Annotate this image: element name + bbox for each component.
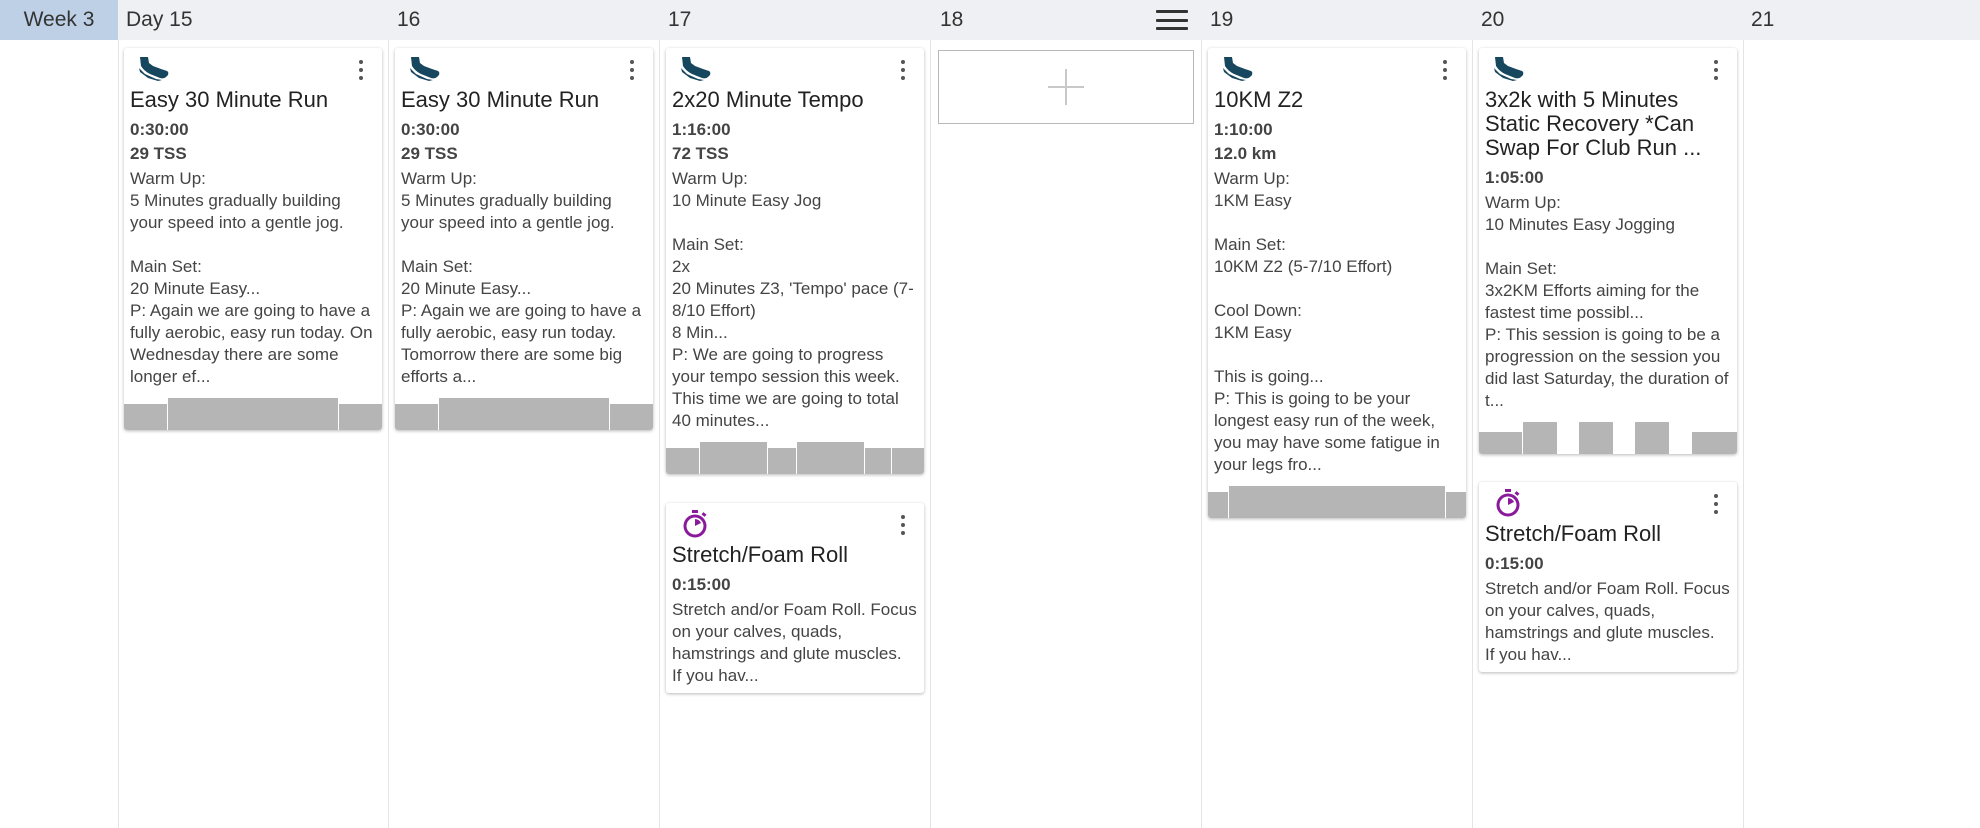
workout-tss: 29 TSS <box>401 144 458 163</box>
workout-tss: 72 TSS <box>672 144 729 163</box>
workout-title: Stretch/Foam Roll <box>1485 521 1662 546</box>
more-options-icon[interactable] <box>900 515 906 535</box>
workout-duration: 1:05:00 <box>1485 168 1544 187</box>
workout-title: Stretch/Foam Roll <box>672 542 849 567</box>
day-label-17: 17 <box>668 8 692 31</box>
workout-duration: 1:10:00 <box>1214 120 1273 139</box>
column-divider <box>388 40 389 828</box>
column-divider <box>118 40 119 828</box>
workout-duration: 0:15:00 <box>672 575 731 594</box>
hamburger-menu-icon[interactable] <box>1156 8 1188 32</box>
running-shoe-icon <box>678 54 712 82</box>
workout-description: Stretch and/or Foam Roll. Focus on your … <box>1485 579 1730 664</box>
workout-description: Warm Up: 5 Minutes gradually building yo… <box>401 169 642 386</box>
day-label-20: 20 <box>1481 8 1505 31</box>
workout-description: Stretch and/or Foam Roll. Focus on your … <box>672 600 917 685</box>
column-divider <box>1201 40 1202 828</box>
more-options-icon[interactable] <box>1442 60 1448 80</box>
workout-card[interactable]: 2x20 Minute Tempo 1:16:00 72 TSS Warm Up… <box>666 48 924 474</box>
week-header: Week 3 Day 15 16 17 18 19 20 21 <box>0 0 1980 40</box>
workout-description: Warm Up: 10 Minute Easy Jog Main Set: 2x… <box>672 169 914 430</box>
workout-description: Warm Up: 5 Minutes gradually building yo… <box>130 169 373 386</box>
workout-title: 10KM Z2 <box>1214 87 1304 112</box>
workout-card[interactable]: Stretch/Foam Roll 0:15:00 Stretch and/or… <box>666 503 924 693</box>
workout-title: Easy 30 Minute Run <box>130 87 329 112</box>
workout-card[interactable]: 3x2k with 5 Minutes Static Recovery *Can… <box>1479 48 1737 454</box>
workout-card[interactable]: 10KM Z2 1:10:00 12.0 km Warm Up: 1KM Eas… <box>1208 48 1466 518</box>
workout-card[interactable]: Easy 30 Minute Run 0:30:00 29 TSS Warm U… <box>124 48 382 430</box>
day-label-21: 21 <box>1751 8 1775 31</box>
plus-icon <box>1048 69 1084 105</box>
workout-title: 2x20 Minute Tempo <box>672 87 864 112</box>
more-options-icon[interactable] <box>358 60 364 80</box>
workout-distance: 12.0 km <box>1214 144 1277 163</box>
workout-intensity-graph <box>666 442 924 474</box>
day-label-18: 18 <box>940 8 964 31</box>
workout-card[interactable]: Stretch/Foam Roll 0:15:00 Stretch and/or… <box>1479 482 1737 672</box>
more-options-icon[interactable] <box>1713 494 1719 514</box>
workout-card[interactable]: Easy 30 Minute Run 0:30:00 29 TSS Warm U… <box>395 48 653 430</box>
column-divider <box>930 40 931 828</box>
column-divider <box>1743 40 1744 828</box>
running-shoe-icon <box>136 54 170 82</box>
add-workout-button[interactable] <box>938 50 1194 124</box>
running-shoe-icon <box>1220 54 1254 82</box>
workout-description: Warm Up: 1KM Easy Main Set: 10KM Z2 (5-7… <box>1214 169 1440 474</box>
workout-intensity-graph <box>1479 422 1737 454</box>
workout-intensity-graph <box>1208 486 1466 518</box>
workout-duration: 1:16:00 <box>672 120 731 139</box>
workout-intensity-graph <box>395 398 653 430</box>
workout-intensity-graph <box>124 398 382 430</box>
workout-duration: 0:30:00 <box>130 120 189 139</box>
more-options-icon[interactable] <box>900 60 906 80</box>
stopwatch-icon <box>680 509 710 539</box>
day-label-19: 19 <box>1210 8 1234 31</box>
running-shoe-icon <box>1491 54 1525 82</box>
workout-title: Easy 30 Minute Run <box>401 87 600 112</box>
more-options-icon[interactable] <box>629 60 635 80</box>
workout-duration: 0:30:00 <box>401 120 460 139</box>
day-label-15: Day 15 <box>126 8 193 31</box>
running-shoe-icon <box>407 54 441 82</box>
day-label-16: 16 <box>397 8 421 31</box>
column-divider <box>1472 40 1473 828</box>
column-divider <box>659 40 660 828</box>
week-label[interactable]: Week 3 <box>0 0 118 40</box>
workout-description: Warm Up: 10 Minutes Easy Jogging Main Se… <box>1485 193 1729 410</box>
workout-duration: 0:15:00 <box>1485 554 1544 573</box>
more-options-icon[interactable] <box>1713 60 1719 80</box>
stopwatch-icon <box>1493 488 1523 518</box>
workout-title: 3x2k with 5 Minutes Static Recovery *Can… <box>1485 88 1702 160</box>
workout-tss: 29 TSS <box>130 144 187 163</box>
